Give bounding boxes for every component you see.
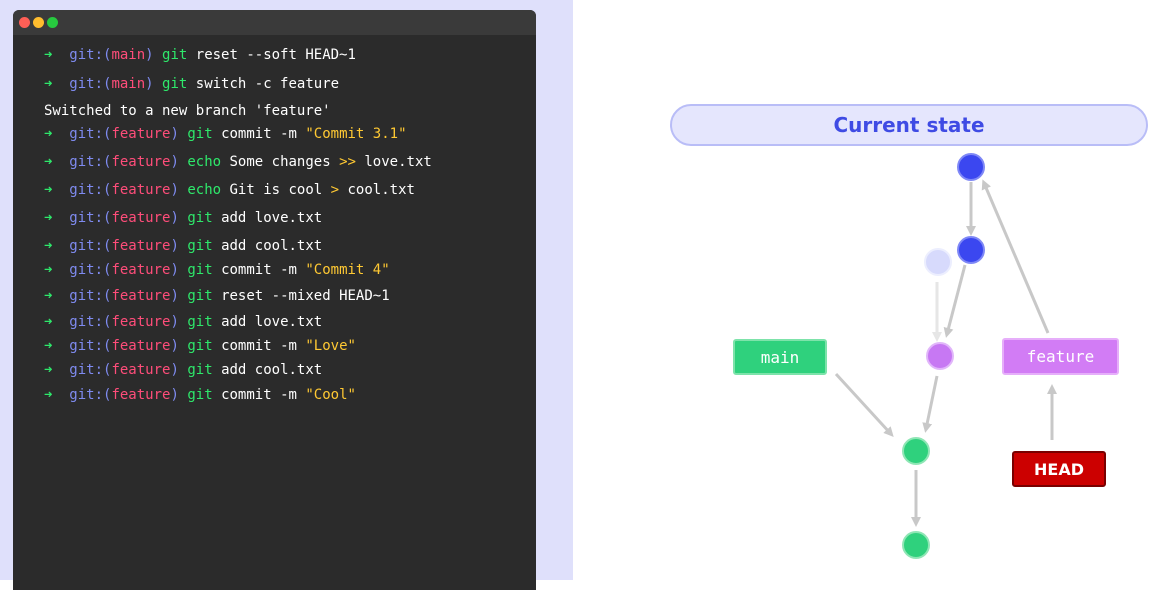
edge-love-to-green bbox=[922, 375, 939, 433]
edge-commit3-to-love bbox=[943, 264, 967, 338]
commit-node-faded[interactable] bbox=[924, 248, 952, 276]
commit-node-green-bottom[interactable] bbox=[902, 531, 930, 559]
commit-node-purple[interactable] bbox=[926, 342, 954, 370]
branch-label-feature[interactable]: feature bbox=[1002, 338, 1119, 375]
edge-feature-to-top bbox=[981, 179, 1050, 334]
commit-node-blue[interactable] bbox=[957, 236, 985, 264]
commit-node-blue-top[interactable] bbox=[957, 153, 985, 181]
branch-label-main[interactable]: main bbox=[733, 339, 827, 375]
commit-graph bbox=[834, 153, 1057, 559]
commit-node-green[interactable] bbox=[902, 437, 930, 465]
branch-label-feature-text: feature bbox=[1026, 347, 1095, 366]
edge-main-to-commit bbox=[834, 372, 894, 437]
head-pointer-text: HEAD bbox=[1034, 459, 1084, 479]
branch-label-main-text: main bbox=[760, 347, 800, 367]
head-pointer-label[interactable]: HEAD bbox=[1012, 451, 1106, 487]
